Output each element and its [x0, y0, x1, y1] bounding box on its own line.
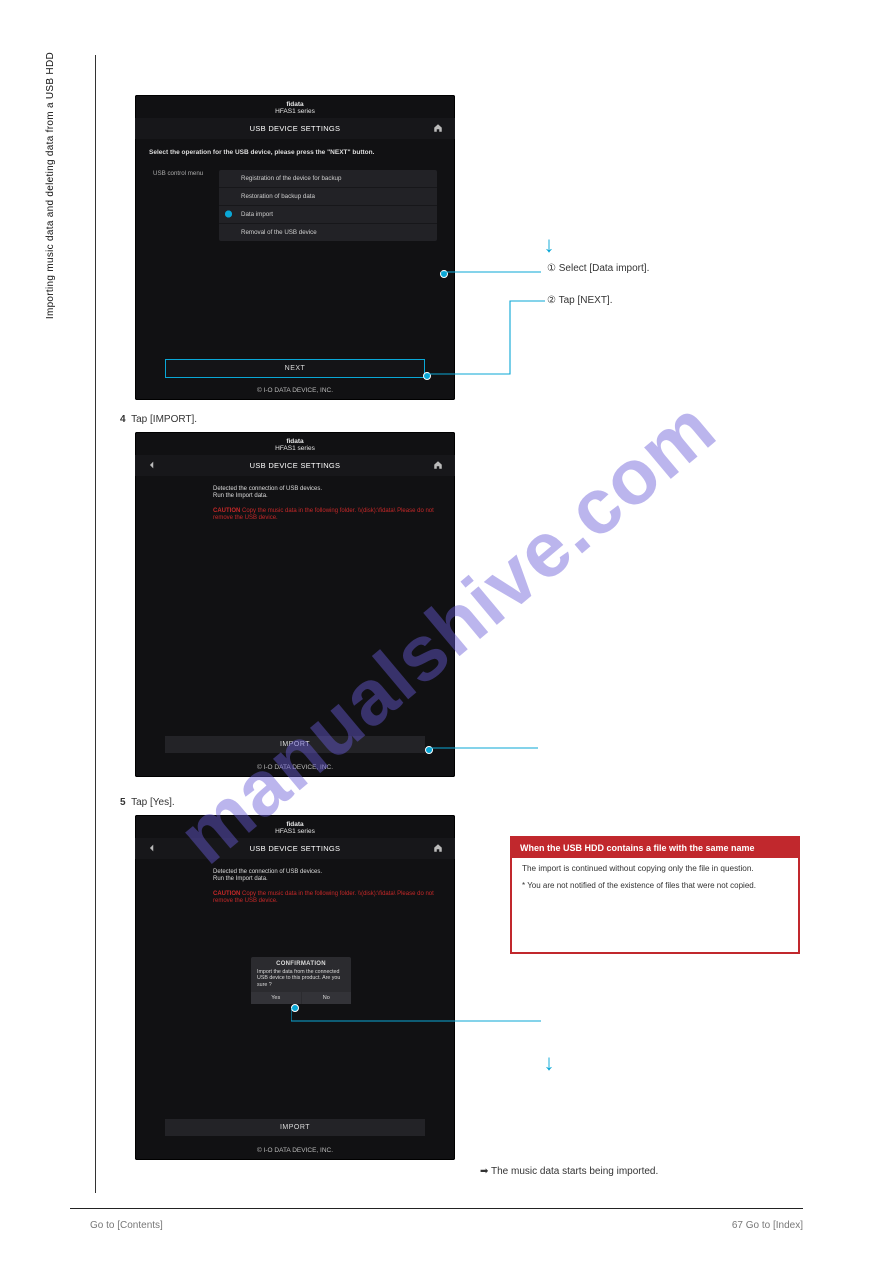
- opt-data-import[interactable]: Data import: [219, 206, 437, 224]
- left-rule: [95, 55, 96, 1193]
- confirm-title: CONFIRMATION: [251, 957, 351, 969]
- info-line: Detected the connection of USB devices. …: [213, 869, 455, 883]
- footer-right[interactable]: 67 Go to [Index]: [732, 1220, 803, 1231]
- device-footer: © I-O DATA DEVICE, INC.: [135, 387, 455, 394]
- device-header: fidata HFAS1 series: [135, 432, 455, 455]
- confirm-dialog: CONFIRMATION Import the data from the co…: [251, 957, 351, 1004]
- opt-remove-usb[interactable]: Removal of the USB device: [219, 224, 437, 241]
- caution-box: CAUTION Copy the music data in the follo…: [213, 891, 437, 905]
- screenshot-2: fidata HFAS1 series USB DEVICE SETTINGS …: [135, 432, 455, 777]
- back-icon[interactable]: [147, 460, 157, 470]
- callout-box: When the USB HDD contains a file with th…: [510, 836, 800, 954]
- screen-title: USB DEVICE SETTINGS: [135, 838, 455, 859]
- import-button[interactable]: IMPORT: [165, 1119, 425, 1136]
- flow-arrow-2: ↓: [540, 1050, 558, 1076]
- screen-title: USB DEVICE SETTINGS: [135, 455, 455, 476]
- opt-register-backup[interactable]: Registration of the device for backup: [219, 170, 437, 188]
- leader-line-3: [428, 745, 538, 751]
- footer-left[interactable]: Go to [Contents]: [90, 1220, 163, 1231]
- home-icon[interactable]: [433, 843, 443, 853]
- section-vertical-label: Importing music data and deleting data f…: [45, 52, 56, 319]
- screenshot-1: fidata HFAS1 series USB DEVICE SETTINGS …: [135, 95, 455, 400]
- info-line: Detected the connection of USB devices. …: [213, 486, 455, 500]
- callout-head: When the USB HDD contains a file with th…: [512, 838, 798, 858]
- confirm-msg: Import the data from the connected USB d…: [251, 969, 351, 992]
- footer-rule: [70, 1208, 803, 1209]
- screenshot-3: fidata HFAS1 series USB DEVICE SETTINGS …: [135, 815, 455, 1160]
- leader-line-2: [425, 299, 545, 377]
- import-button[interactable]: IMPORT: [165, 736, 425, 753]
- next-button[interactable]: NEXT: [165, 359, 425, 378]
- device-footer: © I-O DATA DEVICE, INC.: [135, 764, 455, 771]
- home-icon[interactable]: [433, 460, 443, 470]
- step-4: 4 Tap [IMPORT].: [120, 413, 520, 427]
- instruction-text: Select the operation for the USB device,…: [135, 139, 455, 158]
- leader-line-4: [291, 1006, 541, 1026]
- annotation-1: ① Select [Data import].: [547, 262, 817, 276]
- flow-arrow-1: ↓: [540, 232, 558, 258]
- back-icon[interactable]: [147, 843, 157, 853]
- step-5: 5 Tap [Yes].: [120, 796, 520, 810]
- opt-restore-backup[interactable]: Restoration of backup data: [219, 188, 437, 206]
- screen-title: USB DEVICE SETTINGS: [135, 118, 455, 139]
- device-header: fidata HFAS1 series: [135, 95, 455, 118]
- device-header: fidata HFAS1 series: [135, 815, 455, 838]
- usb-control-menu: USB control menu Registration of the dev…: [135, 158, 455, 241]
- device-footer: © I-O DATA DEVICE, INC.: [135, 1147, 455, 1154]
- page: Importing music data and deleting data f…: [0, 0, 893, 1263]
- callout-body: The import is continued without copying …: [512, 858, 798, 897]
- menu-options: Registration of the device for backup Re…: [219, 170, 437, 241]
- menu-label: USB control menu: [153, 170, 209, 241]
- home-icon[interactable]: [433, 123, 443, 133]
- result-note: ➡ The music data starts being imported.: [480, 1165, 750, 1179]
- annotation-2: ② Tap [NEXT].: [547, 294, 817, 308]
- yes-button[interactable]: Yes: [251, 992, 301, 1004]
- no-button[interactable]: No: [302, 992, 352, 1004]
- leader-line-1: [441, 269, 541, 275]
- caution-box: CAUTION Copy the music data in the follo…: [213, 508, 437, 522]
